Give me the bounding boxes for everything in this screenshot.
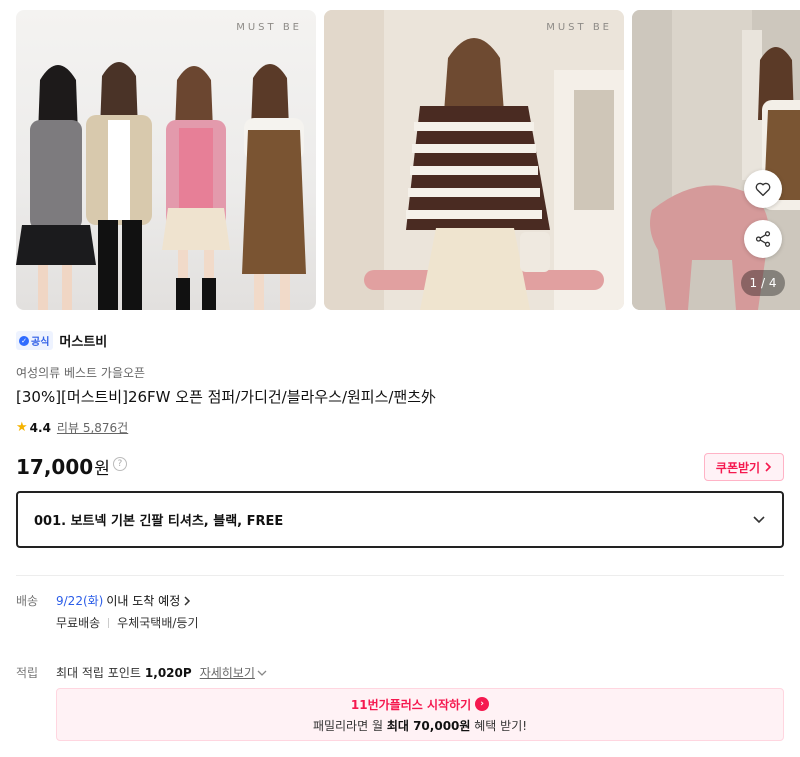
delivery-date-suffix: 이내 도착 예정 <box>106 594 181 608</box>
option-selected-value: 001. 보트넥 기본 긴팔 티셔츠, 블랙, FREE <box>34 514 284 529</box>
product-image-carousel[interactable]: MUST BE MUST BE <box>16 10 800 310</box>
product-image-2[interactable]: MUST BE <box>324 10 624 310</box>
share-icon <box>755 231 771 247</box>
delivery-date: 9/22(화) <box>56 594 104 608</box>
divider <box>108 617 110 628</box>
chevron-down-icon <box>257 670 267 676</box>
points-row: 최대 적립 포인트 1,020P 자세히보기 <box>56 664 267 681</box>
points-detail-link[interactable]: 자세히보기 <box>200 664 267 681</box>
check-icon: ✓ <box>19 335 29 346</box>
section-divider <box>16 575 784 576</box>
plus-subtitle: 패밀리라면 월 최대 70,000원 혜택 받기! <box>313 717 527 734</box>
plus-membership-banner[interactable]: 11번가플러스 시작하기 › 패밀리라면 월 최대 70,000원 혜택 받기! <box>56 688 784 741</box>
coupon-button[interactable]: 쿠폰받기 <box>704 453 784 481</box>
plus-title: 11번가플러스 시작하기 › <box>350 696 490 713</box>
delivery-info: 무료배송 우체국택배/등기 <box>56 614 199 631</box>
product-photo-pink-chair <box>632 10 800 310</box>
delivery-label: 배송 <box>16 594 39 608</box>
rating-score: 4.4 <box>29 420 51 435</box>
share-button[interactable] <box>744 220 782 258</box>
points-text: 최대 적립 포인트 <box>56 666 141 680</box>
price-row: 17,000 원 ? <box>16 454 127 479</box>
plus-sub-bold: 최대 70,000원 <box>386 718 471 733</box>
points-label: 적립 <box>16 666 39 680</box>
product-image-1[interactable]: MUST BE <box>16 10 316 310</box>
price-currency: 원 <box>94 459 110 479</box>
plus-sub-prefix: 패밀리라면 월 <box>312 718 383 733</box>
product-photo-group-models <box>16 62 306 310</box>
star-icon: ★ <box>16 420 28 435</box>
plus-sub-suffix: 혜택 받기! <box>474 718 528 733</box>
official-badge-label: 공식 <box>31 337 50 348</box>
review-count-link[interactable]: 리뷰 5,876건 <box>57 419 128 436</box>
like-button[interactable] <box>744 170 782 208</box>
official-badge: ✓ 공식 <box>16 331 54 350</box>
points-detail-label: 자세히보기 <box>199 666 255 680</box>
product-title: [30%][머스트비]26FW 오픈 점퍼/가디건/블라우스/원피스/팬츠外 <box>16 388 437 406</box>
chevron-down-icon <box>753 515 765 523</box>
price-help-icon[interactable]: ? <box>112 456 127 471</box>
delivery-carrier: 우체국택배/등기 <box>117 616 199 630</box>
coupon-button-label: 쿠폰받기 <box>715 460 761 475</box>
delivery-estimate[interactable]: 9/22(화) 이내 도착 예정 <box>56 592 191 609</box>
chevron-right-icon <box>765 462 772 472</box>
product-category: 여성의류 베스트 가을오픈 <box>16 366 146 380</box>
plus-title-text: 11번가플러스 시작하기 <box>350 697 472 712</box>
seller-name[interactable]: 머스트비 <box>59 331 107 350</box>
seller-row[interactable]: ✓ 공식 머스트비 <box>16 331 107 350</box>
brand-watermark: MUST BE <box>546 22 612 33</box>
image-page-counter: 1 / 4 <box>741 270 785 296</box>
rating-row: ★ 4.4 리뷰 5,876건 <box>16 419 128 436</box>
price-amount: 17,000 <box>16 454 94 479</box>
points-amount: 1,020P <box>144 665 192 680</box>
product-image-3[interactable] <box>632 10 800 310</box>
brand-watermark: MUST BE <box>236 22 302 33</box>
chevron-right-icon <box>184 595 191 606</box>
delivery-fee: 무료배송 <box>56 616 101 630</box>
arrow-right-icon: › <box>475 697 490 711</box>
option-select[interactable]: 001. 보트넥 기본 긴팔 티셔츠, 블랙, FREE <box>16 491 784 548</box>
heart-icon <box>755 182 771 197</box>
product-photo-striped-sweater <box>324 10 624 310</box>
